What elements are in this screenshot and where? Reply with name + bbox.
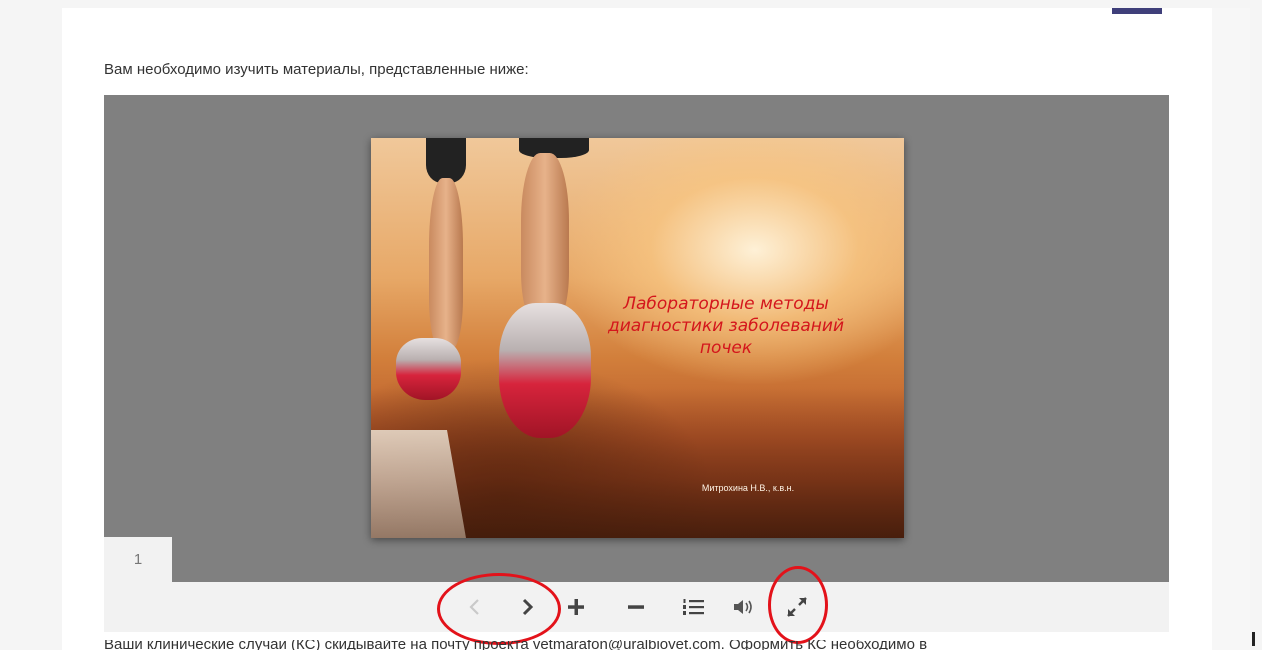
sound-icon	[734, 600, 752, 614]
contents-icon	[683, 599, 704, 615]
page-number-label: 1	[133, 551, 143, 568]
slide-title-line: Лабораторные методы	[623, 294, 829, 314]
prev-button[interactable]	[458, 590, 492, 624]
fullscreen-icon	[787, 597, 807, 617]
slide-author: Митрохина Н.В., к.в.н.	[701, 483, 795, 493]
runner-leg	[521, 153, 569, 323]
slide-title-line: почек	[699, 338, 753, 358]
zoom-in-icon	[568, 599, 584, 615]
zoom-out-icon	[628, 605, 644, 609]
page-number: 1	[104, 537, 172, 582]
runner-shorts	[426, 138, 466, 183]
runner-leg	[429, 178, 463, 348]
edge-mark	[1252, 632, 1255, 646]
contents-button[interactable]	[677, 590, 711, 624]
slide-preview[interactable]: Лабораторные методы диагностики заболева…	[371, 138, 904, 538]
right-sidebar-strip	[1212, 8, 1250, 650]
prev-icon	[469, 599, 479, 615]
viewer-toolbar	[104, 582, 1169, 632]
intro-text: Вам необходимо изучить материалы, предст…	[104, 61, 529, 78]
presentation-viewer[interactable]: Лабораторные методы диагностики заболева…	[104, 95, 1169, 582]
instructions-text-content: Ваши клинические случаи (КС) скидывайте …	[104, 640, 928, 650]
slide-title: Лабораторные методы диагностики заболева…	[576, 293, 876, 359]
instructions-text: Ваши клинические случаи (КС) скидывайте …	[104, 640, 1168, 650]
next-button[interactable]	[510, 590, 544, 624]
slide-title-line: диагностики заболеваний	[608, 316, 844, 336]
sound-button[interactable]	[727, 590, 761, 624]
runner-shoe	[396, 338, 461, 400]
zoom-out-button[interactable]	[619, 590, 653, 624]
zoom-in-button[interactable]	[559, 590, 593, 624]
next-icon	[522, 598, 534, 616]
accent-tab[interactable]	[1112, 8, 1162, 14]
fullscreen-button[interactable]	[780, 590, 814, 624]
